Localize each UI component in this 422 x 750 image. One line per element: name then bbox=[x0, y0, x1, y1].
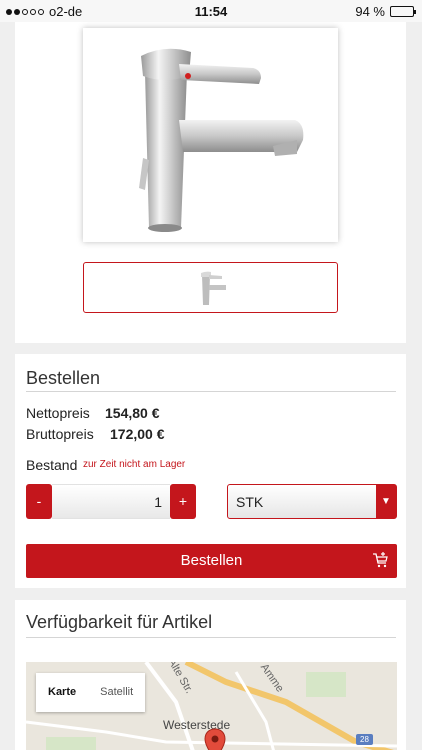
availability-map[interactable]: Karte Satellit Alte Str. Amme Westersted… bbox=[26, 662, 397, 750]
order-panel: Bestellen Nettopreis 154,80 € Bruttoprei… bbox=[15, 354, 406, 588]
dropdown-caret-icon: ▼ bbox=[376, 485, 396, 518]
net-price-row: Nettopreis 154,80 € bbox=[26, 405, 160, 421]
availability-panel: Verfügbarkeit für Artikel Karte Satellit… bbox=[15, 600, 406, 750]
net-price-value: 154,80 € bbox=[105, 405, 160, 421]
product-gallery bbox=[15, 22, 406, 343]
stock-status: zur Zeit nicht am Lager bbox=[83, 459, 186, 470]
decrease-quantity-button[interactable]: - bbox=[26, 484, 52, 519]
faucet-icon bbox=[139, 48, 304, 232]
tab-map[interactable]: Karte bbox=[36, 673, 88, 712]
order-button[interactable]: Bestellen bbox=[26, 544, 397, 578]
divider bbox=[26, 637, 396, 638]
map-pin-icon[interactable] bbox=[204, 728, 226, 750]
unit-select[interactable]: STK ▼ bbox=[227, 484, 397, 519]
availability-title: Verfügbarkeit für Artikel bbox=[26, 612, 213, 632]
quantity-input[interactable]: 1 bbox=[52, 484, 170, 519]
battery-icon bbox=[390, 6, 416, 17]
net-price-label: Nettopreis bbox=[26, 405, 90, 421]
gross-price-row: Bruttopreis 172,00 € bbox=[26, 426, 165, 442]
add-to-cart-icon bbox=[373, 552, 388, 568]
increase-quantity-button[interactable]: + bbox=[170, 484, 196, 519]
map-type-tabs: Karte Satellit bbox=[36, 673, 146, 712]
product-main-image[interactable] bbox=[83, 28, 338, 242]
status-bar: o2-de 11:54 94 % bbox=[0, 0, 422, 22]
order-button-label: Bestellen bbox=[180, 552, 243, 569]
order-title: Bestellen bbox=[26, 368, 101, 388]
unit-select-value: STK bbox=[236, 494, 264, 510]
gross-price-value: 172,00 € bbox=[110, 426, 165, 442]
faucet-thumbnail-icon bbox=[201, 271, 226, 305]
divider bbox=[26, 391, 396, 392]
product-thumbnail[interactable] bbox=[83, 262, 338, 313]
battery-status: 94 % bbox=[355, 4, 416, 19]
battery-percent: 94 % bbox=[355, 4, 385, 19]
stock-label: Bestand bbox=[26, 457, 78, 473]
quantity-stepper: - 1 + bbox=[26, 484, 196, 519]
gross-price-label: Bruttopreis bbox=[26, 426, 94, 442]
tab-satellite[interactable]: Satellit bbox=[88, 673, 145, 712]
road-number-badge: 28 bbox=[356, 734, 373, 745]
